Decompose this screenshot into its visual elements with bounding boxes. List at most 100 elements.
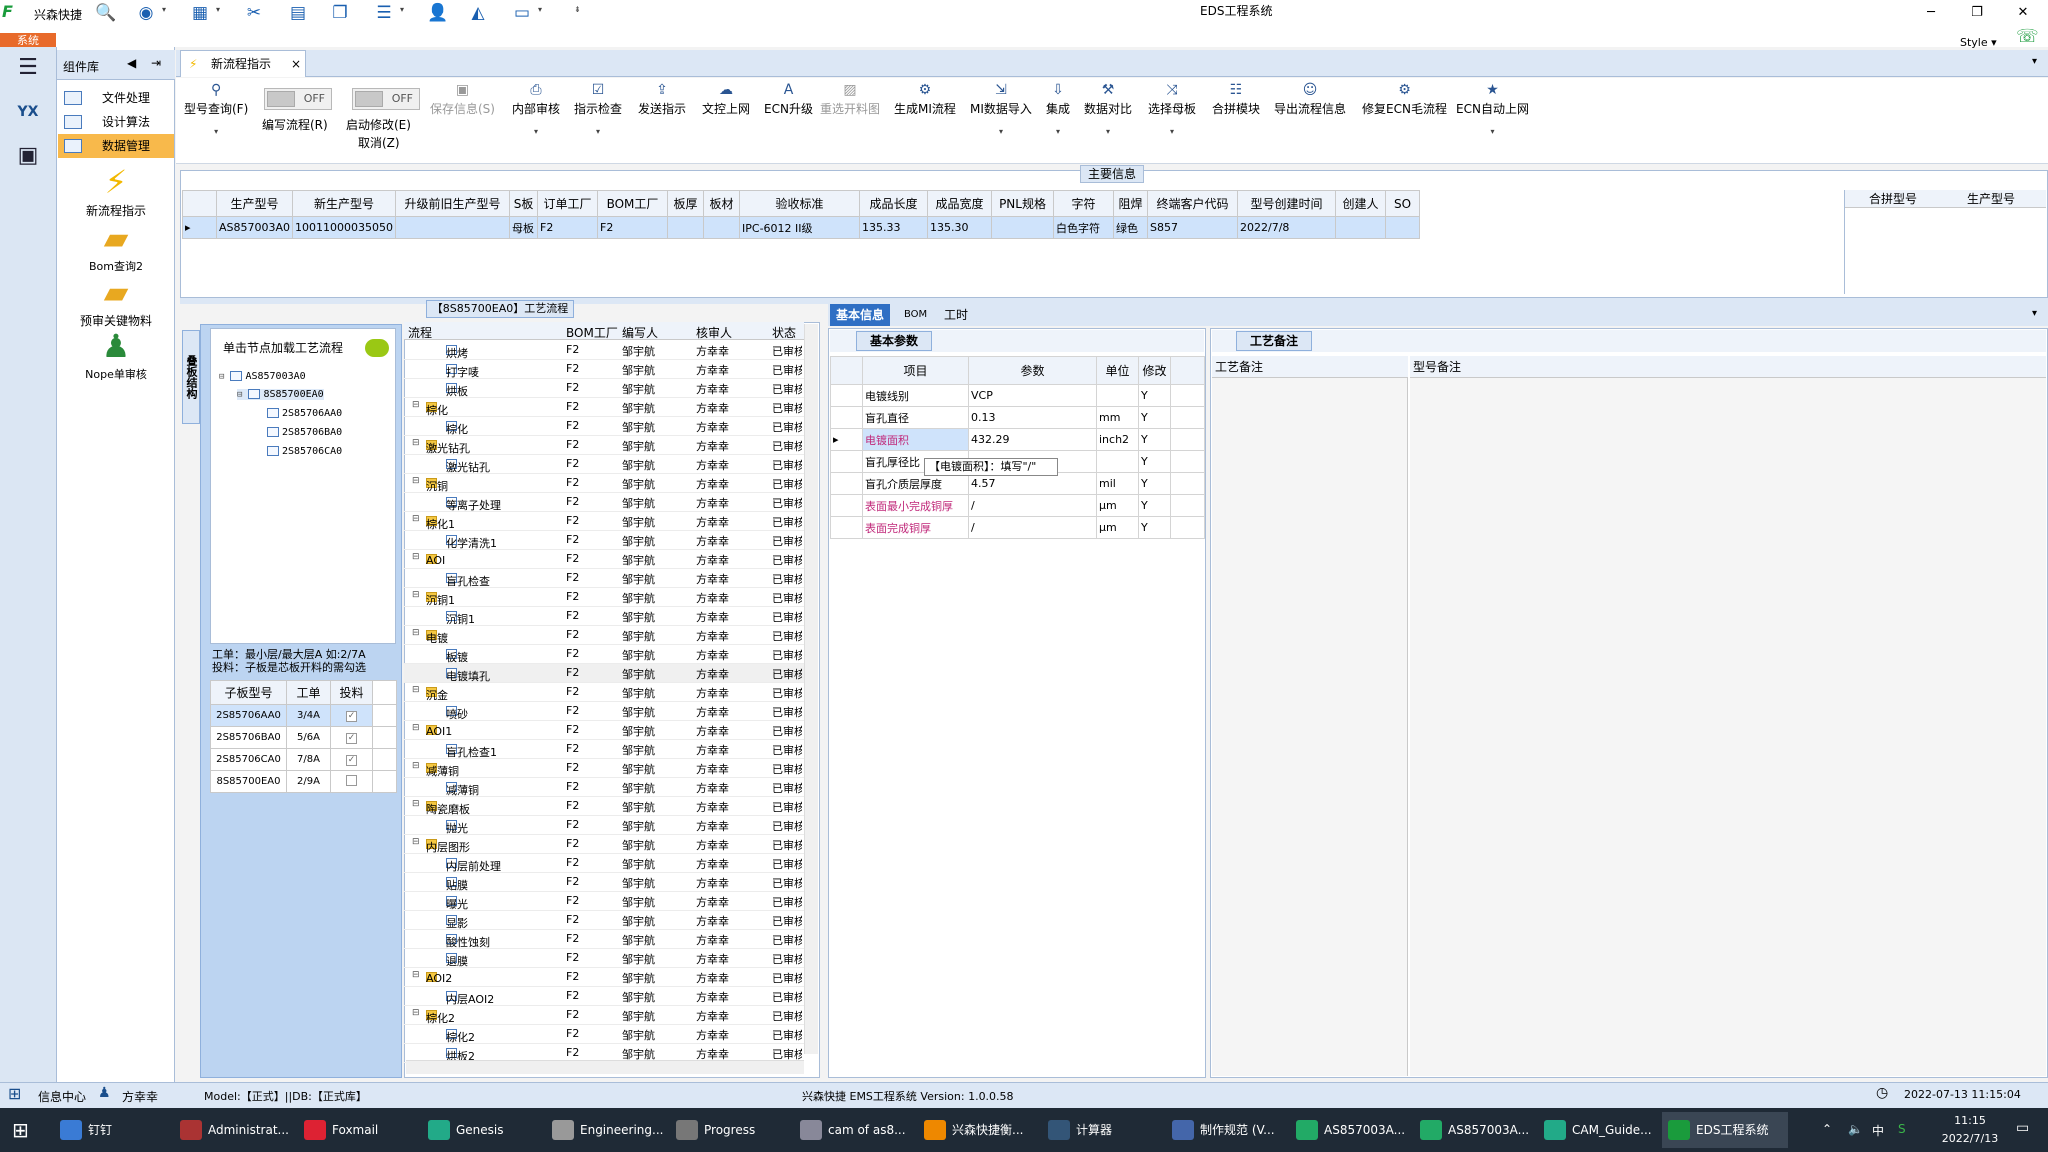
taskbar-app[interactable]: 制作规范 (V... bbox=[1166, 1112, 1286, 1148]
collapse-icon[interactable]: ⊟ bbox=[412, 438, 420, 448]
flow-vertical-scrollbar[interactable] bbox=[804, 324, 818, 1054]
table-row[interactable]: 电镀线别 VCP Y bbox=[830, 384, 1205, 407]
style-menu[interactable]: Style ▾ bbox=[1960, 36, 1997, 49]
hamburger-menu-icon[interactable]: ☰ bbox=[4, 48, 52, 88]
collapse-icon[interactable]: ⊟ bbox=[412, 761, 420, 771]
column-header[interactable]: PNL规格 bbox=[991, 190, 1055, 217]
column-header[interactable]: 参数 bbox=[968, 356, 1097, 385]
column-header[interactable]: 核审人 bbox=[696, 324, 732, 341]
taskbar-time[interactable]: 11:15 bbox=[1928, 1114, 2012, 1127]
chart-icon[interactable]: ◭ bbox=[464, 1, 492, 25]
flow-row[interactable]: 沉铜1 F2 邹宇航 方幸幸 已审核 bbox=[404, 607, 804, 626]
cell[interactable]: 432.29 bbox=[968, 428, 1097, 451]
feed-checkbox[interactable]: ✓ bbox=[346, 754, 357, 766]
flow-row[interactable]: ⊟ 减薄铜 F2 邹宇航 方幸幸 已审核 bbox=[404, 759, 804, 778]
cell[interactable]: AS857003A0 bbox=[215, 216, 294, 239]
flow-row[interactable]: 退膜 F2 邹宇航 方幸幸 已审核 bbox=[404, 949, 804, 968]
mi-import-button[interactable]: ⇲ MI数据导入 ▾ bbox=[970, 82, 1032, 136]
flow-row[interactable]: ⊟ 内层图形 F2 邹宇航 方幸幸 已审核 bbox=[404, 835, 804, 854]
collapse-icon[interactable]: ⊟ bbox=[412, 799, 420, 809]
column-header[interactable]: 单位 bbox=[1096, 356, 1139, 385]
tree-node[interactable]: 2S85706AA0 bbox=[267, 408, 342, 419]
collapse-left-icon[interactable]: ◀ bbox=[127, 56, 136, 70]
column-header[interactable]: 新生产型号 bbox=[292, 190, 397, 217]
feed-checkbox[interactable] bbox=[346, 774, 357, 786]
flow-row[interactable]: 减薄铜 F2 邹宇航 方幸幸 已审核 bbox=[404, 778, 804, 797]
cell[interactable]: 2022/7/8 bbox=[1237, 216, 1337, 239]
column-header[interactable]: 型号创建时间 bbox=[1237, 190, 1337, 217]
flow-row[interactable]: 贴膜 F2 邹宇航 方幸幸 已审核 bbox=[404, 873, 804, 892]
table-row[interactable]: ▸ AS857003A0 10011000035050 母板 F2 F2 IPC… bbox=[182, 216, 1421, 239]
cell[interactable]: 3/4A bbox=[286, 704, 331, 727]
flow-row[interactable]: ⊟ AOI1 F2 邹宇航 方幸幸 已审核 bbox=[404, 721, 804, 740]
flow-row[interactable]: 曝光 F2 邹宇航 方幸幸 已审核 bbox=[404, 892, 804, 911]
process-remark-area[interactable] bbox=[1212, 356, 1408, 1076]
taskbar-app[interactable]: 钉钉 bbox=[54, 1112, 170, 1148]
film-icon[interactable]: ▤ bbox=[284, 1, 312, 25]
search-icon[interactable]: 🔍 bbox=[92, 1, 120, 25]
comp-item-data[interactable]: 数据管理 bbox=[58, 134, 174, 158]
column-header[interactable]: BOM工厂 bbox=[566, 324, 618, 341]
cell[interactable]: 7/8A bbox=[286, 748, 331, 771]
collapse-icon[interactable]: ⊟ bbox=[412, 685, 420, 695]
flow-row[interactable]: 激光钻孔 F2 邹宇航 方幸幸 已审核 bbox=[404, 455, 804, 474]
cell[interactable]: 135.33 bbox=[859, 216, 929, 239]
table-row[interactable]: 盲孔直径 0.13 mm Y bbox=[830, 406, 1205, 429]
taskbar-app[interactable]: CAM_Guide... bbox=[1538, 1112, 1658, 1148]
grid-icon[interactable]: ▦ bbox=[186, 1, 214, 25]
cell[interactable] bbox=[667, 216, 705, 239]
globe-icon[interactable]: ◉ bbox=[132, 1, 160, 25]
column-header[interactable]: 订单工厂 bbox=[537, 190, 599, 217]
cell[interactable]: / bbox=[968, 494, 1097, 517]
flow-row[interactable]: ⊟ 棕化 F2 邹宇航 方幸幸 已审核 bbox=[404, 398, 804, 417]
ecn-auto-online-button[interactable]: ★ ECN自动上网 ▾ bbox=[1456, 82, 1529, 136]
flow-row[interactable]: ⊟ AOI F2 邹宇航 方幸幸 已审核 bbox=[404, 550, 804, 569]
flow-row[interactable]: 酸性蚀刻 F2 邹宇航 方幸幸 已审核 bbox=[404, 930, 804, 949]
feed-checkbox[interactable]: ✓ bbox=[346, 710, 357, 722]
pin-icon[interactable]: ⇥ bbox=[151, 56, 161, 70]
flow-row[interactable]: ⊟ 电镀 F2 邹宇航 方幸幸 已审核 bbox=[404, 626, 804, 645]
doc-online-button[interactable]: ☁ 文控上网 bbox=[702, 82, 750, 117]
column-header[interactable]: 投料 bbox=[330, 680, 373, 705]
calculator-icon[interactable]: ▣ bbox=[4, 136, 52, 176]
column-header[interactable]: 工单 bbox=[286, 680, 331, 705]
collapse-icon[interactable]: ⊟ bbox=[412, 476, 420, 486]
windows-start-icon[interactable]: ⊞ bbox=[12, 1118, 29, 1142]
column-header[interactable]: SO bbox=[1385, 190, 1421, 217]
taskbar-app[interactable]: AS857003A... bbox=[1414, 1112, 1534, 1148]
taskbar-app[interactable]: 兴森快捷衡... bbox=[918, 1112, 1038, 1148]
monitor-icon[interactable]: ▭ bbox=[508, 1, 536, 25]
flow-horizontal-scrollbar[interactable] bbox=[406, 1060, 804, 1074]
flow-row[interactable]: ⊟ 激光钻孔 F2 邹宇航 方幸幸 已审核 bbox=[404, 436, 804, 455]
flow-row[interactable]: ⊟ 陶瓷磨板 F2 邹宇航 方幸幸 已审核 bbox=[404, 797, 804, 816]
flow-row[interactable]: 板镀 F2 邹宇航 方幸幸 已审核 bbox=[404, 645, 804, 664]
flow-row[interactable]: 盲孔检查1 F2 邹宇航 方幸幸 已审核 bbox=[404, 740, 804, 759]
collapse-icon[interactable]: ⊟ bbox=[412, 1008, 420, 1018]
table-row[interactable]: 2S85706BA0 5/6A ✓ bbox=[210, 726, 397, 749]
restore-icon[interactable]: ❐ bbox=[1954, 0, 2000, 26]
cell[interactable]: IPC-6012 II级 bbox=[739, 216, 861, 239]
internal-review-button[interactable]: ⎙ 内部审核 ▾ bbox=[512, 82, 560, 136]
close-icon[interactable]: ✕ bbox=[2000, 0, 2046, 26]
model-query-button[interactable]: ⚲ 型号查询(F) ▾ bbox=[184, 82, 248, 136]
cell[interactable]: 2S85706CA0 bbox=[210, 748, 287, 771]
collapse-icon[interactable]: ⊟ bbox=[412, 970, 420, 980]
collapse-icon[interactable]: ⊟ bbox=[412, 400, 420, 410]
tab-dropdown-icon[interactable]: ▾ bbox=[2032, 56, 2037, 67]
taskbar-app[interactable]: Foxmail bbox=[298, 1112, 418, 1148]
module-nope-review[interactable]: ♟ Nope单审核 bbox=[58, 326, 174, 382]
taskbar-app[interactable]: cam of as8... bbox=[794, 1112, 914, 1148]
taskbar-date[interactable]: 2022/7/13 bbox=[1928, 1132, 2012, 1145]
flow-row[interactable]: 内层前处理 F2 邹宇航 方幸幸 已审核 bbox=[404, 854, 804, 873]
yx-module-icon[interactable]: YX bbox=[4, 92, 52, 132]
save-info-button[interactable]: ▣ 保存信息(S) bbox=[430, 82, 495, 117]
column-header[interactable]: 合拼型号 bbox=[1869, 190, 1917, 208]
flow-row[interactable]: ⊟ 棕化1 F2 邹宇航 方幸幸 已审核 bbox=[404, 512, 804, 531]
column-header[interactable]: 编写人 bbox=[622, 324, 658, 341]
cell[interactable]: ✓ bbox=[330, 726, 373, 749]
cell[interactable]: 2S85706BA0 bbox=[210, 726, 287, 749]
flow-row[interactable]: 显影 F2 邹宇航 方幸幸 已审核 bbox=[404, 911, 804, 930]
column-header[interactable]: 生产型号 bbox=[1967, 190, 2015, 208]
cell[interactable] bbox=[703, 216, 741, 239]
tree-node[interactable]: 2S85706BA0 bbox=[267, 427, 342, 438]
